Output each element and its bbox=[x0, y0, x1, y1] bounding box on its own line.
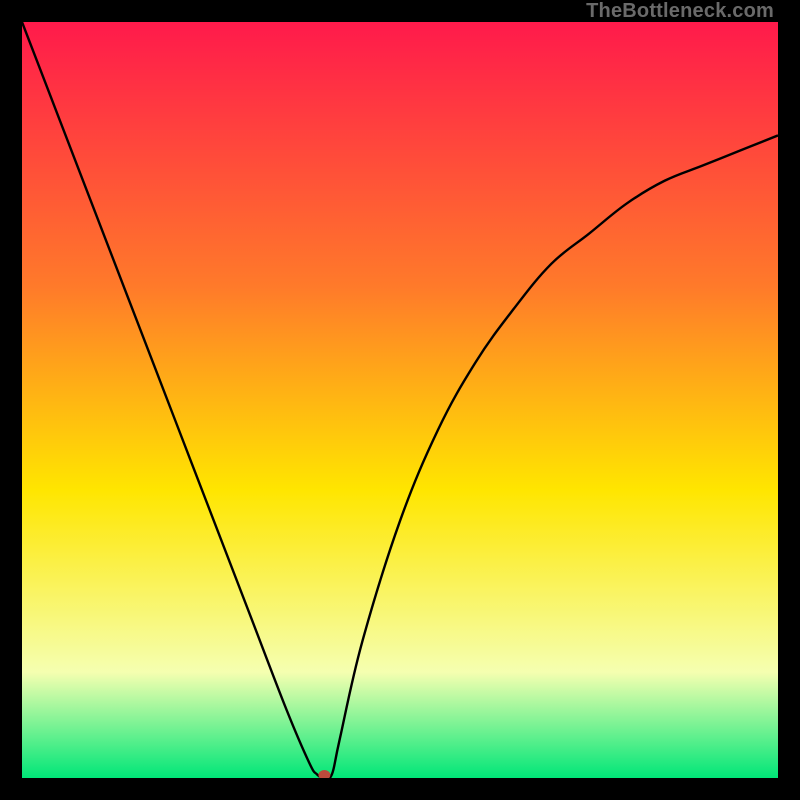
bottleneck-curve bbox=[22, 22, 778, 778]
chart-frame: TheBottleneck.com bbox=[0, 0, 800, 800]
plot-area bbox=[22, 22, 778, 778]
minimum-point-marker bbox=[318, 770, 330, 778]
watermark-text: TheBottleneck.com bbox=[586, 0, 774, 23]
